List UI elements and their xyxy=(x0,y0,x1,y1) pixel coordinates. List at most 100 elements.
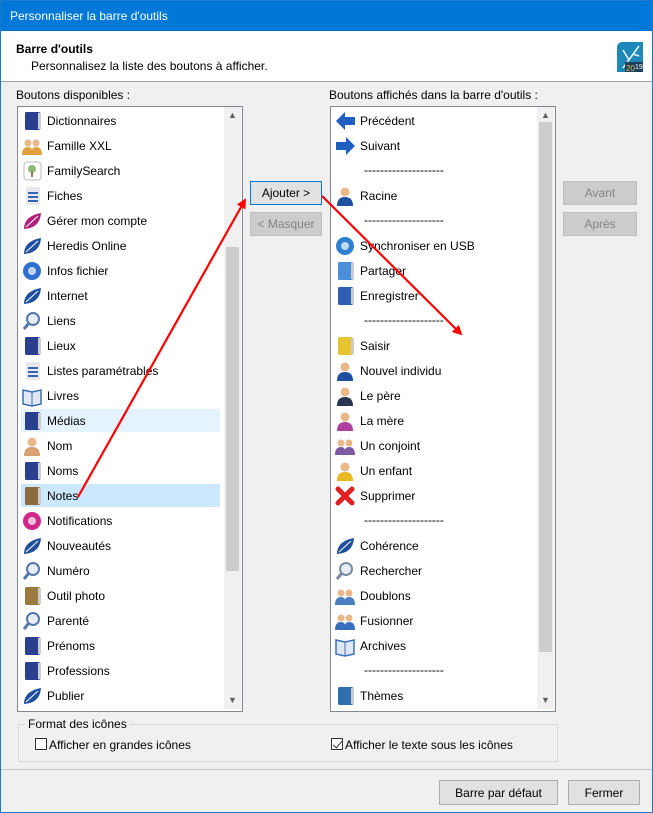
new-person-icon xyxy=(334,360,359,382)
media-film-icon xyxy=(21,410,46,432)
list-item-label: Enregistrer xyxy=(360,288,419,303)
separator-item[interactable]: -------------------- xyxy=(364,213,444,227)
list-item[interactable]: Thèmes xyxy=(334,684,533,707)
list-item[interactable]: Médias xyxy=(21,409,220,432)
displayed-buttons-label: Boutons affichés dans la barre d'outils … xyxy=(329,88,538,102)
hide-button[interactable]: < Masquer xyxy=(250,212,322,236)
list-item[interactable]: Précédent xyxy=(334,109,533,132)
dialog-window: Personnaliser la barre d'outils Barre d'… xyxy=(0,0,653,813)
list-item[interactable]: Cohérence xyxy=(334,534,533,557)
scroll-down-button[interactable]: ▼ xyxy=(537,692,554,709)
list-item[interactable]: Nouvel individu xyxy=(334,359,533,382)
list-item[interactable]: Suivant xyxy=(334,134,533,157)
list-item[interactable]: Heredis Online xyxy=(21,234,220,257)
save-floppy-icon xyxy=(334,285,359,307)
list-item[interactable]: Numéro xyxy=(21,559,220,582)
list-item-label: Parenté xyxy=(47,613,90,628)
list-item-label: Nouveautés xyxy=(47,538,112,553)
list-item[interactable]: Fusionner xyxy=(334,609,533,632)
list-item[interactable]: Noms xyxy=(21,459,220,482)
displayed-buttons-list[interactable]: ▲ ▼ Précédent Suivant --------------------… xyxy=(330,106,556,712)
list-item-label: Numéro xyxy=(47,563,90,578)
list-item[interactable]: Fiches xyxy=(21,184,220,207)
scrollbar-thumb[interactable] xyxy=(539,122,552,652)
show-text-checkbox[interactable] xyxy=(331,738,343,750)
list-item[interactable]: Nom xyxy=(21,434,220,457)
separator-item[interactable]: -------------------- xyxy=(364,513,444,527)
list-item[interactable]: Rechercher xyxy=(334,559,533,582)
separator-item[interactable]: -------------------- xyxy=(364,313,444,327)
list-item-label: Supprimer xyxy=(360,488,416,503)
list-item[interactable]: Internet xyxy=(21,284,220,307)
separator-item[interactable]: -------------------- xyxy=(364,663,444,677)
list-item[interactable]: Lieux xyxy=(21,334,220,357)
list-item[interactable]: Famille XXL xyxy=(21,134,220,157)
list-item-label: Synchroniser en USB xyxy=(360,238,475,253)
list-item[interactable]: La mère xyxy=(334,409,533,432)
show-text-label[interactable]: Afficher le texte sous les icônes xyxy=(345,738,513,752)
scrollbar-thumb[interactable] xyxy=(226,247,239,571)
displayed-list-scrollbar[interactable]: ▲ ▼ xyxy=(537,107,554,709)
list-item[interactable]: Un conjoint xyxy=(334,434,533,457)
list-item[interactable]: Le père xyxy=(334,384,533,407)
list-item[interactable]: Nouveautés xyxy=(21,534,220,557)
places-signpost-icon xyxy=(21,335,46,357)
dialog-header: Barre d'outils Personnalisez la liste de… xyxy=(1,31,652,82)
forward-arrow-icon xyxy=(334,135,359,157)
list-item[interactable]: Publier xyxy=(21,684,220,707)
list-item-label: Fiches xyxy=(47,188,83,203)
svg-text:19: 19 xyxy=(635,64,643,71)
list-item-label: FamilySearch xyxy=(47,163,121,178)
list-item[interactable]: Synchroniser en USB xyxy=(334,234,533,257)
list-item[interactable]: Dictionnaires xyxy=(21,109,220,132)
add-button[interactable]: Ajouter > xyxy=(250,181,322,205)
list-item[interactable]: Doublons xyxy=(334,584,533,607)
list-item[interactable]: Listes paramétrables xyxy=(21,359,220,382)
list-item[interactable]: Notifications xyxy=(21,509,220,532)
list-item-label: Heredis Online xyxy=(47,238,127,253)
large-icons-label[interactable]: Afficher en grandes icônes xyxy=(49,738,191,752)
default-bar-button[interactable]: Barre par défaut xyxy=(439,780,558,805)
list-item[interactable]: Outil photo xyxy=(21,584,220,607)
list-item[interactable]: Archives xyxy=(334,634,533,657)
list-item-label: Prénoms xyxy=(47,638,96,653)
list-item[interactable]: Notes xyxy=(21,484,220,507)
close-button[interactable]: Fermer xyxy=(568,780,640,805)
family-group-icon xyxy=(21,135,46,157)
scroll-down-button[interactable]: ▼ xyxy=(224,692,241,709)
available-buttons-list[interactable]: ▲ ▼ Dictionnaires Famille XXL FamilySearch… xyxy=(17,106,243,712)
list-item[interactable]: Parenté xyxy=(21,609,220,632)
search-magnifier-icon xyxy=(334,560,359,582)
list-item[interactable]: Enregistrer xyxy=(334,284,533,307)
list-item[interactable]: Gérer mon compte xyxy=(21,209,220,232)
list-item[interactable]: Partager xyxy=(334,259,533,282)
move-up-button[interactable]: Avant xyxy=(563,181,637,205)
available-list-scrollbar[interactable]: ▲ ▼ xyxy=(224,107,241,709)
spouse-icon xyxy=(334,435,359,457)
move-down-button[interactable]: Après xyxy=(563,212,637,236)
list-item[interactable]: Saisir xyxy=(334,334,533,357)
list-item-label: Gérer mon compte xyxy=(47,213,148,228)
list-item[interactable]: Professions xyxy=(21,659,220,682)
list-item[interactable]: Liens xyxy=(21,309,220,332)
list-item[interactable]: FamilySearch xyxy=(21,159,220,182)
header-title: Barre d'outils xyxy=(16,42,93,56)
separator-item[interactable]: -------------------- xyxy=(364,163,444,177)
links-magnifier-icon xyxy=(21,310,46,332)
list-item[interactable]: Infos fichier xyxy=(21,259,220,282)
list-item[interactable]: Un enfant xyxy=(334,459,533,482)
list-item[interactable]: Supprimer xyxy=(334,484,533,507)
scroll-up-button[interactable]: ▲ xyxy=(224,107,241,124)
list-item-label: Listes paramétrables xyxy=(47,363,159,378)
delete-x-icon xyxy=(334,485,359,507)
title-bar[interactable]: Personnaliser la barre d'outils xyxy=(1,1,652,31)
list-item-label: Précédent xyxy=(360,113,415,128)
large-icons-checkbox[interactable] xyxy=(35,738,47,750)
list-item[interactable]: Racine xyxy=(334,184,533,207)
notification-star-icon xyxy=(21,510,46,532)
list-item-label: Lieux xyxy=(47,338,76,353)
list-item[interactable]: Livres xyxy=(21,384,220,407)
list-item[interactable]: Prénoms xyxy=(21,634,220,657)
list-item-label: Nom xyxy=(47,438,73,453)
themes-monitor-icon xyxy=(334,685,359,707)
